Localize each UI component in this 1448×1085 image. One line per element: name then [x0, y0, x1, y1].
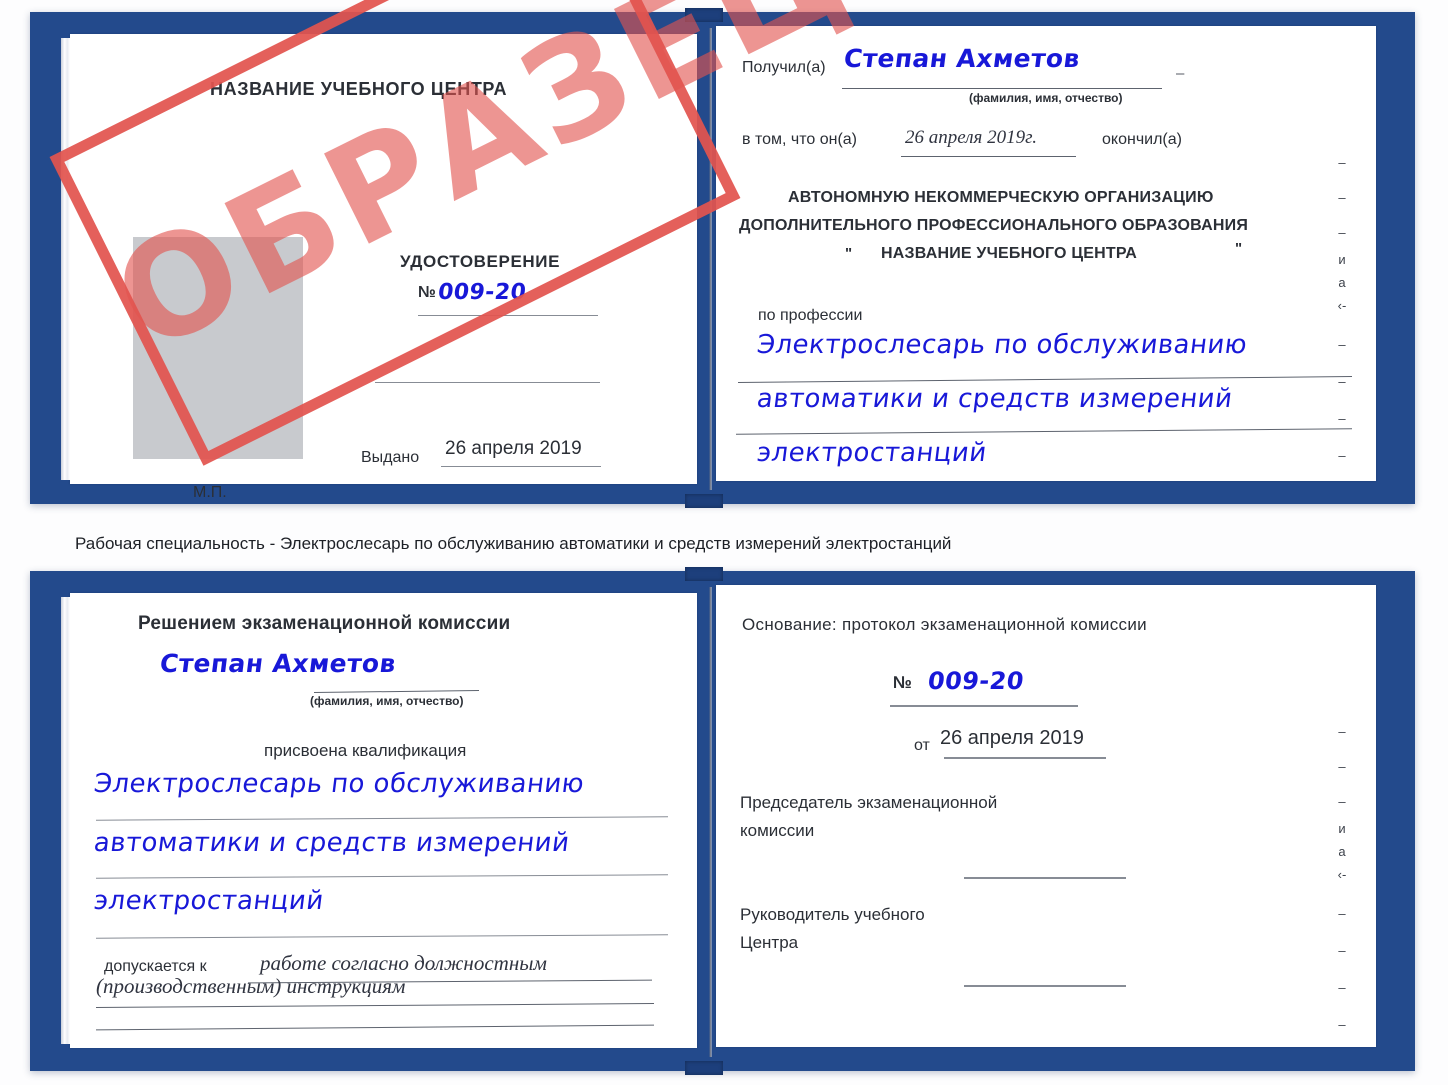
chairman-signature-rule [964, 877, 1126, 879]
received-rule [842, 88, 1162, 89]
admitted-value-line-1: работе согласно должностным [260, 951, 547, 975]
seal-label: М.П. [193, 484, 227, 501]
qualification-line-1: Электрослесарь по обслуживанию [92, 769, 586, 799]
decision-name: Степан Ахметов [158, 649, 398, 678]
protocol-number-value: 009-20 [926, 667, 1026, 695]
qualification-rule-3 [96, 934, 668, 939]
cover-tab-bottom [685, 494, 723, 508]
protocol-number-label: № [893, 673, 912, 692]
that-he-label: в том, что он(а) [742, 131, 857, 148]
qualification-rule-1 [96, 816, 668, 821]
head-line-1: Руководитель учебного [740, 905, 925, 924]
org-quote-close: " [1235, 240, 1243, 257]
profession-label: по профессии [758, 307, 863, 324]
screenshot-root: НАЗВАНИЕ УЧЕБНОГО ЦЕНТРА УДОСТОВЕРЕНИЕ №… [0, 0, 1448, 1085]
issued-value: 26 апреля 2019 [445, 438, 582, 459]
number-rule [418, 315, 598, 316]
org-line-3: НАЗВАНИЕ УЧЕБНОГО ЦЕНТРА [881, 245, 1138, 262]
finished-label: окончил(а) [1102, 131, 1182, 148]
received-value: Степан Ахметов [842, 44, 1082, 73]
profession-rule-2 [736, 428, 1352, 435]
center-title: НАЗВАНИЕ УЧЕБНОГО ЦЕНТРА [210, 79, 508, 99]
finish-date-rule [901, 156, 1076, 157]
issued-rule [441, 466, 601, 467]
cover-tab-bottom-2 [685, 1061, 723, 1075]
fio-hint: (фамилия, имя, отчество) [969, 91, 1123, 105]
qualification-rule-2 [96, 874, 668, 879]
basis-label: Основание: протокол экзаменационной коми… [742, 615, 1147, 634]
certificate-top-cover: НАЗВАНИЕ УЧЕБНОГО ЦЕНТРА УДОСТОВЕРЕНИЕ №… [30, 8, 1415, 508]
decision-name-rule [314, 689, 479, 694]
profession-line-3: электростанций [755, 438, 989, 468]
paper-stack-edge [61, 38, 70, 480]
cover-tab-top-2 [685, 567, 723, 581]
cover-tab-top [685, 8, 723, 22]
certificate-top-left-page: НАЗВАНИЕ УЧЕБНОГО ЦЕНТРА УДОСТОВЕРЕНИЕ №… [61, 34, 697, 501]
document-type: УДОСТОВЕРЕНИЕ [400, 252, 561, 271]
head-signature-rule [964, 985, 1126, 987]
admitted-rule-3 [96, 1024, 654, 1031]
finish-date: 26 апреля 2019г. [905, 127, 1037, 148]
binding-gutter [709, 28, 712, 490]
profession-line-1: Электрослесарь по обслуживанию [755, 330, 1249, 360]
number-value: 009-20 [436, 280, 528, 305]
decision-heading: Решением экзаменационной комиссии [138, 613, 511, 634]
paper-stack-edge-2 [61, 597, 70, 1044]
chairman-line-2: комиссии [740, 821, 815, 840]
admitted-rule-2 [96, 1003, 654, 1008]
received-label: Получил(а) [742, 59, 826, 76]
certificate-top-right-page: Получил(а) Степан Ахметов (фамилия, имя,… [716, 26, 1376, 481]
edge-scrap-column: – – – и а ‹- – – – – [1337, 155, 1347, 463]
protocol-date-label: от [914, 737, 930, 754]
blank-rule-1 [375, 382, 600, 383]
org-quote-open: " [845, 245, 853, 262]
protocol-date-value: 26 апреля 2019 [940, 727, 1084, 749]
image-caption: Рабочая специальность - Электрослесарь п… [75, 534, 952, 553]
org-line-2: ДОПОЛНИТЕЛЬНОГО ПРОФЕССИОНАЛЬНОГО ОБРАЗО… [739, 217, 1249, 234]
protocol-date-rule [944, 757, 1106, 759]
certificate-bottom-left-page: Решением экзаменационной комиссии Степан… [61, 593, 697, 1048]
chairman-line-1: Председатель экзаменационной [740, 793, 998, 812]
protocol-number-rule [890, 705, 1078, 707]
photo-placeholder [133, 237, 303, 459]
profession-line-2: автоматики и средств измерений [755, 384, 1235, 414]
certificate-bottom-right-page: Основание: протокол экзаменационной коми… [716, 585, 1376, 1047]
issued-label: Выдано [361, 449, 420, 466]
edge-scrap-dash: – [1176, 65, 1185, 82]
edge-scrap-column-2: – – – и а ‹- – – – – [1337, 724, 1347, 1032]
fio-hint-2: (фамилия, имя, отчество) [310, 694, 464, 708]
head-line-2: Центра [740, 933, 799, 952]
admitted-value-line-2: (производственным) инструкциям [96, 974, 406, 998]
profession-rule-1 [738, 376, 1352, 383]
certificate-bottom-cover: Решением экзаменационной комиссии Степан… [30, 567, 1415, 1075]
qualification-line-3: электростанций [92, 886, 326, 916]
org-line-1: АВТОНОМНУЮ НЕКОММЕРЧЕСКУЮ ОРГАНИЗАЦИЮ [788, 189, 1214, 206]
qualification-label: присвоена квалификация [264, 741, 467, 760]
binding-gutter-2 [709, 587, 712, 1057]
qualification-line-2: автоматики и средств измерений [92, 828, 572, 858]
number-label: № [418, 284, 436, 301]
